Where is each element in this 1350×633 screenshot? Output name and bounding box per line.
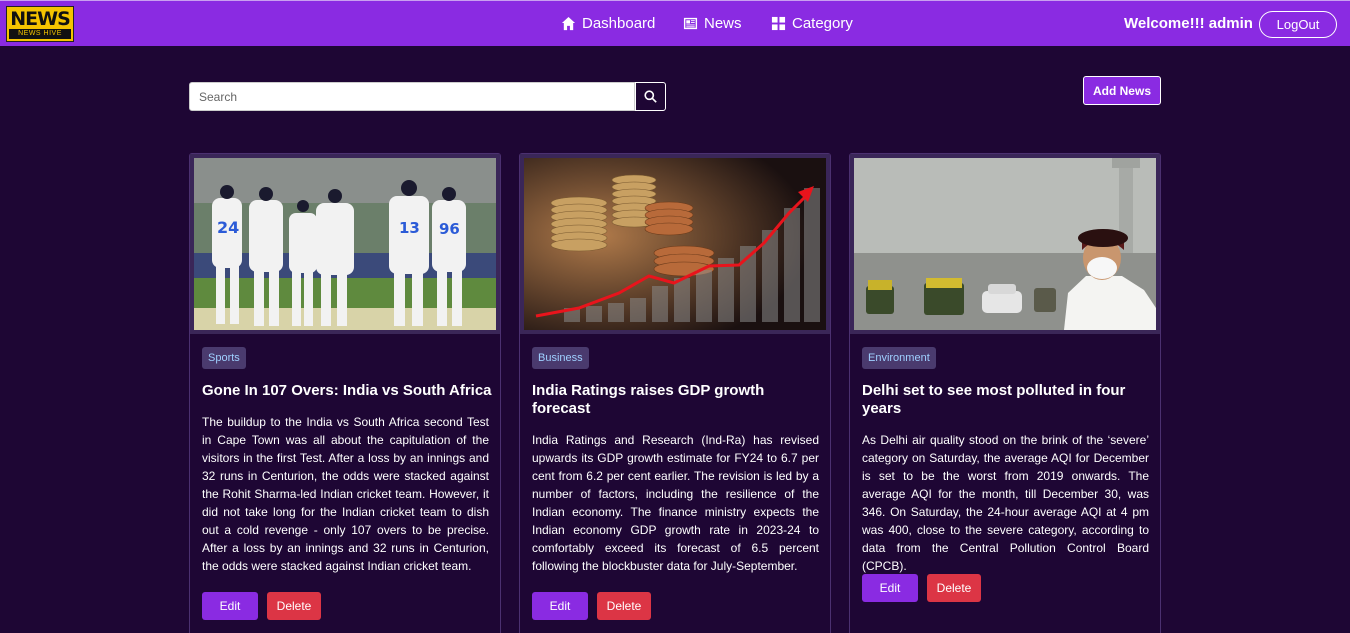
jersey-number: 96: [439, 220, 460, 238]
news-hive-logo[interactable]: NEWS NEWS HIVE: [6, 6, 74, 42]
logout-button[interactable]: LogOut: [1259, 11, 1337, 38]
news-card: 24 13 96 Sports Gone In 107 Overs: India…: [189, 153, 501, 633]
gdp-growth-image: [520, 154, 830, 334]
nav-news[interactable]: News: [683, 15, 742, 32]
delete-button[interactable]: Delete: [267, 592, 321, 620]
nav-category[interactable]: Category: [771, 15, 853, 32]
logo-text: NEWS: [10, 8, 71, 30]
edit-button[interactable]: Edit: [532, 592, 588, 620]
news-description: India Ratings and Research (Ind-Ra) has …: [532, 433, 819, 573]
navbar: NEWS NEWS HIVE Dashboard News Category W…: [0, 0, 1350, 46]
home-icon: [561, 16, 576, 31]
cricket-team-image: 24 13 96: [190, 154, 500, 334]
jersey-number: 24: [217, 218, 239, 237]
news-title: India Ratings raises GDP growth forecast: [532, 382, 765, 417]
news-card: Business India Ratings raises GDP growth…: [519, 153, 831, 633]
welcome-text: Welcome!!! admin: [1124, 15, 1253, 32]
news-description: As Delhi air quality stood on the brink …: [862, 433, 1149, 573]
delete-button[interactable]: Delete: [597, 592, 651, 620]
nav-dashboard-label: Dashboard: [582, 15, 656, 32]
nav-category-label: Category: [792, 15, 853, 32]
category-badge: Environment: [862, 347, 936, 369]
newspaper-icon: [683, 17, 698, 30]
news-title: Delhi set to see most polluted in four y…: [862, 382, 1126, 417]
news-title: Gone In 107 Overs: India vs South Africa: [202, 382, 492, 399]
grid-icon: [771, 16, 786, 31]
add-news-button[interactable]: Add News: [1083, 76, 1161, 105]
category-badge: Business: [532, 347, 589, 369]
nav-news-label: News: [704, 15, 742, 32]
search-input[interactable]: [189, 82, 635, 111]
edit-button[interactable]: Edit: [202, 592, 258, 620]
search-button[interactable]: [635, 82, 666, 111]
delete-button[interactable]: Delete: [927, 574, 981, 602]
logo-subtext: NEWS HIVE: [9, 29, 71, 39]
jersey-number: 13: [399, 219, 420, 237]
nav-dashboard[interactable]: Dashboard: [561, 15, 655, 32]
edit-button[interactable]: Edit: [862, 574, 918, 602]
category-badge: Sports: [202, 347, 246, 369]
news-card: Environment Delhi set to see most pollut…: [849, 153, 1161, 633]
search-icon: [644, 90, 657, 103]
news-description: The buildup to the India vs South Africa…: [202, 415, 489, 573]
delhi-smog-image: [850, 154, 1160, 334]
